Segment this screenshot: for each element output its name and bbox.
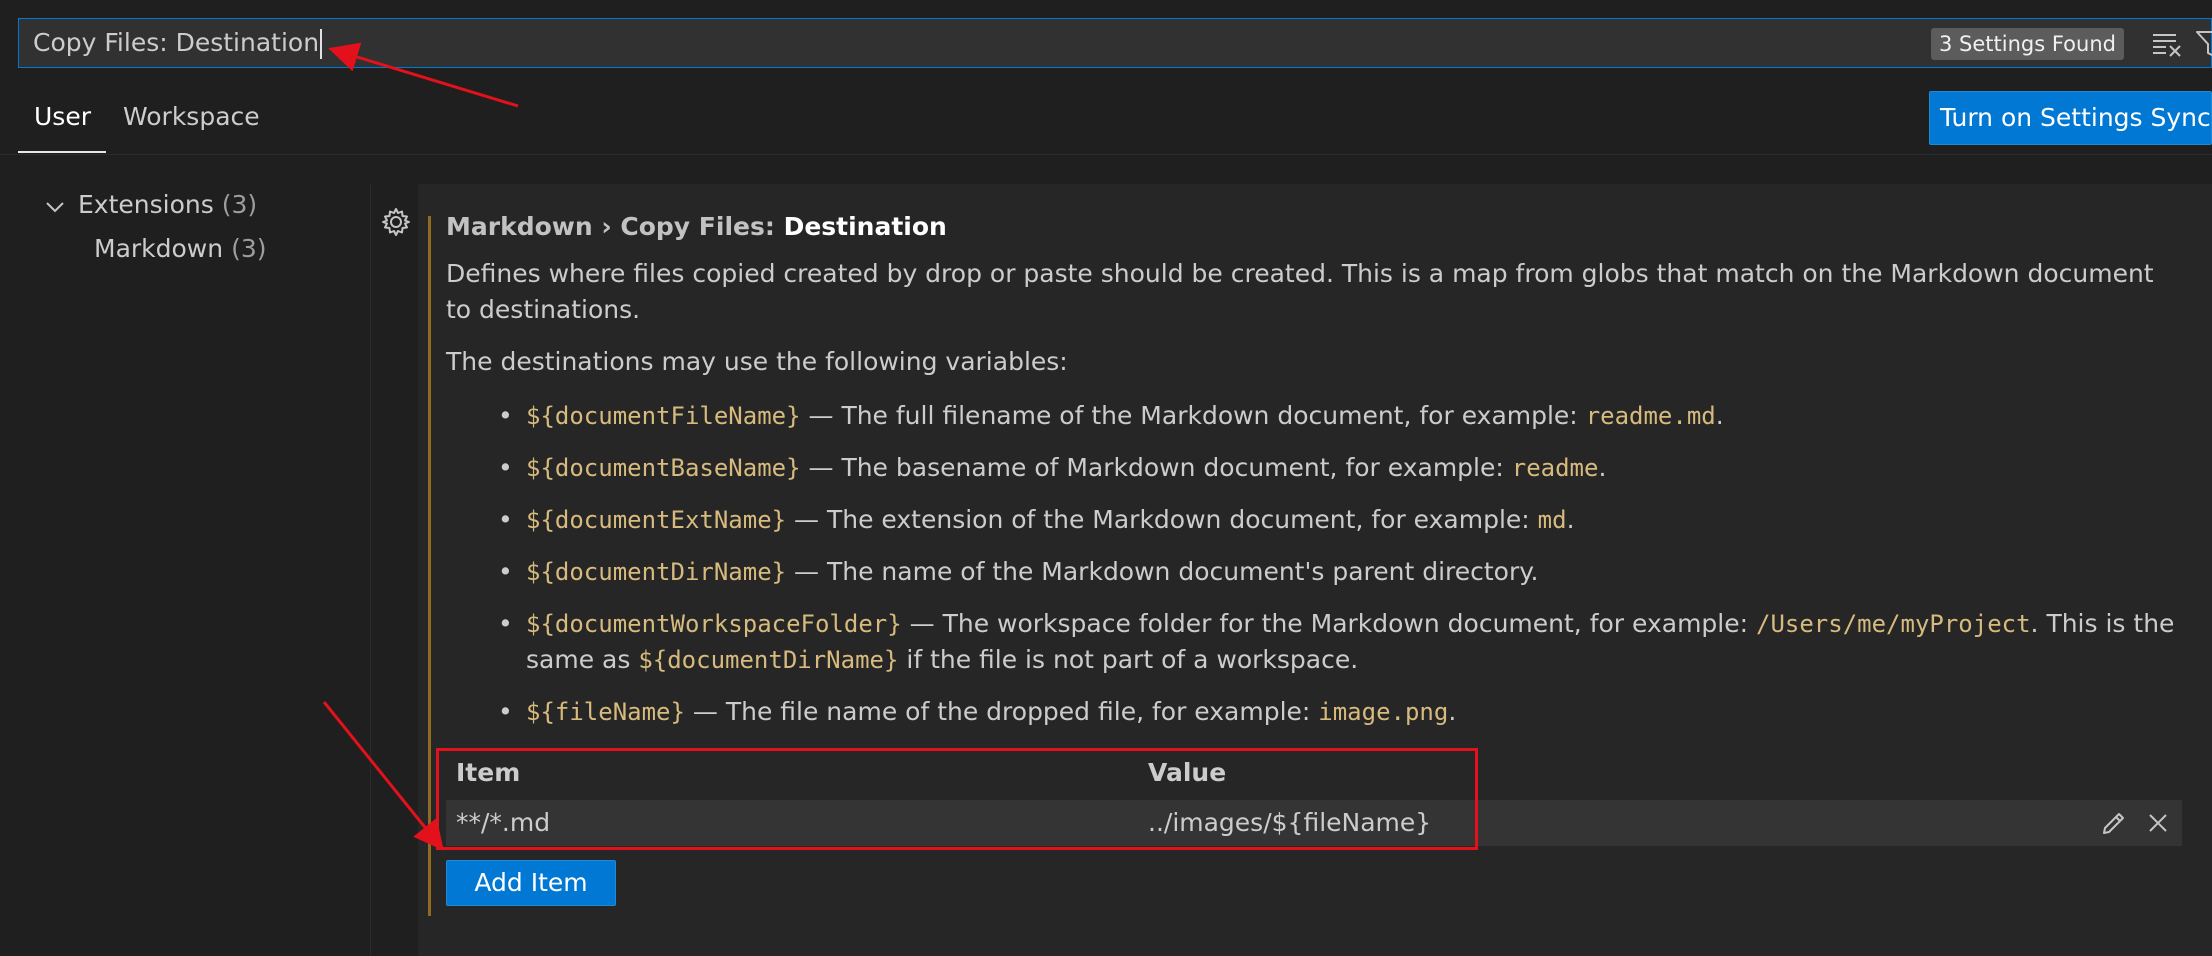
list-item: ${documentWorkspaceFolder} — The workspa…: [446, 606, 2186, 678]
variable-code: ${documentDirName}: [638, 646, 899, 674]
setting-subcategory: Copy Files:: [620, 212, 784, 241]
variable-description: — The name of the Markdown document's pa…: [786, 557, 1539, 586]
variable-description: — The workspace folder for the Markdown …: [901, 609, 1756, 638]
variable-code: ${documentExtName}: [526, 506, 787, 534]
search-input-text: Copy Files: Destination: [33, 28, 320, 57]
variable-example: readme: [1511, 454, 1599, 482]
text-caret: [320, 29, 323, 59]
setting-title: Markdown › Copy Files: Destination: [446, 212, 947, 241]
variable-example: md: [1537, 506, 1567, 534]
list-item: ${fileName} — The file name of the dropp…: [446, 694, 2186, 730]
tab-user[interactable]: User: [34, 102, 91, 131]
variable-code: ${documentDirName}: [526, 558, 787, 586]
variable-description: — The basename of Markdown document, for…: [800, 453, 1512, 482]
variable-code: ${documentFileName}: [526, 402, 801, 430]
variable-tail: if the file is not part of a workspace.: [898, 645, 1359, 674]
toc-item-markdown[interactable]: Markdown (3): [94, 234, 266, 263]
variable-code: ${fileName}: [526, 698, 685, 726]
setting-description: Defines where files copied created by dr…: [446, 259, 2154, 324]
clear-filter-icon[interactable]: [2152, 31, 2182, 57]
toc-divider: [370, 184, 371, 956]
toc-item-count: (3): [231, 234, 267, 263]
tab-workspace[interactable]: Workspace: [123, 102, 260, 131]
variable-example: readme.md: [1585, 402, 1716, 430]
toc-item-label: Extensions: [78, 190, 214, 219]
variable-tail: .: [1448, 697, 1457, 726]
variable-tail: .: [1715, 401, 1724, 430]
variable-code: ${documentBaseName}: [526, 454, 801, 482]
setting-name: Destination: [783, 212, 947, 241]
list-item: ${documentExtName} — The extension of th…: [446, 502, 2186, 538]
variable-description: — The file name of the dropped file, for…: [684, 697, 1319, 726]
annotation-highlight-box: [436, 748, 1478, 850]
toc-item-count: (3): [221, 190, 258, 219]
list-item: ${documentBaseName} — The basename of Ma…: [446, 450, 2186, 486]
variable-example: image.png: [1318, 698, 1449, 726]
toc-item-label: Markdown: [94, 234, 224, 263]
variable-tail: .: [1566, 505, 1575, 534]
variable-description: — The extension of the Markdown document…: [786, 505, 1538, 534]
active-tab-indicator: [18, 151, 106, 153]
filter-icon[interactable]: [2195, 29, 2212, 59]
list-item: ${documentDirName} — The name of the Mar…: [446, 554, 2186, 590]
modified-indicator-bar: [428, 216, 431, 916]
settings-search-box[interactable]: Copy Files: Destination 3 Settings Found: [18, 18, 2212, 68]
variable-code: ${documentWorkspaceFolder}: [526, 610, 902, 638]
variable-example: /Users/me/myProject: [1756, 610, 2031, 638]
toc-item-extensions[interactable]: Extensions (3): [78, 190, 257, 219]
add-item-button[interactable]: Add Item: [446, 860, 616, 906]
chevron-down-icon[interactable]: [44, 196, 66, 218]
search-input[interactable]: Copy Files: Destination: [33, 19, 323, 67]
variable-tail: .: [1598, 453, 1607, 482]
variables-intro: The destinations may use the following v…: [446, 347, 1068, 376]
gear-icon[interactable]: [380, 206, 412, 238]
turn-on-settings-sync-button[interactable]: Turn on Settings Sync: [1929, 91, 2212, 145]
close-icon[interactable]: [2146, 811, 2170, 835]
tabs-divider: [0, 154, 2212, 155]
list-item: ${documentFileName} — The full filename …: [446, 398, 2186, 434]
edit-pencil-icon[interactable]: [2100, 809, 2128, 837]
setting-category: Markdown: [446, 212, 593, 241]
results-count-badge: 3 Settings Found: [1931, 28, 2124, 60]
breadcrumb-separator: ›: [592, 212, 621, 241]
variable-description: — The full filename of the Markdown docu…: [800, 401, 1586, 430]
variables-list: ${documentFileName} — The full filename …: [446, 398, 2186, 730]
